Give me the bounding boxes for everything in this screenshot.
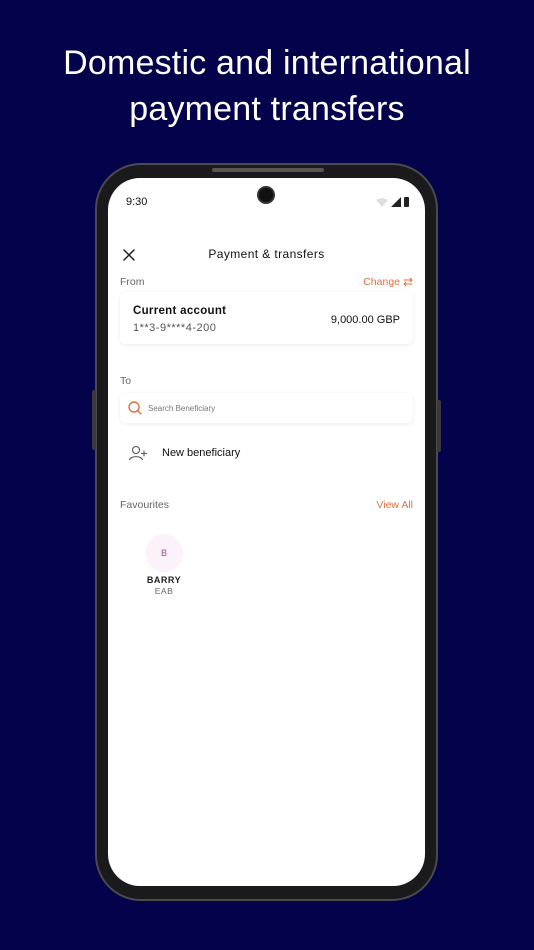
page-title: Payment & transfers — [208, 247, 325, 261]
account-number: 1**3-9****4-200 — [133, 322, 217, 334]
phone-side-button-left — [92, 390, 96, 450]
search-beneficiary-input[interactable] — [148, 401, 403, 415]
favourite-bank: EAB — [154, 586, 174, 596]
front-camera — [257, 186, 275, 204]
promo-headline: Domestic and international payment trans… — [0, 40, 534, 132]
account-balance: 9,000.00 GBP — [330, 314, 400, 326]
swap-icon — [403, 277, 413, 287]
to-label: To — [120, 375, 132, 387]
beneficiary-search-box[interactable] — [120, 393, 413, 423]
from-label: From — [120, 276, 145, 288]
signal-icon — [391, 197, 401, 207]
headline-line-1: Domestic and international — [63, 44, 471, 82]
status-time: 9:30 — [126, 196, 148, 208]
view-all-link[interactable]: View All — [376, 499, 413, 511]
phone-frame: 9:30 Payment & transfers From Change Cur… — [92, 163, 441, 901]
phone-side-button-right — [437, 400, 441, 452]
wifi-icon — [376, 198, 388, 207]
source-account-card[interactable]: Current account 1**3-9****4-200 9,000.00… — [120, 292, 413, 344]
new-beneficiary-label: New beneficiary — [162, 447, 241, 459]
phone-screen: 9:30 Payment & transfers From Change Cur… — [108, 178, 425, 886]
search-icon — [128, 401, 142, 415]
change-label: Change — [363, 276, 400, 288]
change-account-button[interactable]: Change — [363, 276, 413, 288]
favourites-label: Favourites — [120, 499, 170, 511]
account-name: Current account — [133, 305, 227, 317]
avatar: B — [145, 534, 183, 572]
new-beneficiary-button[interactable]: New beneficiary — [128, 444, 240, 462]
favourite-item[interactable]: B BARRY EAB — [144, 534, 184, 596]
add-user-icon — [128, 445, 148, 461]
phone-speaker — [212, 168, 324, 172]
favourite-name: BARRY — [146, 575, 182, 585]
status-icons — [376, 197, 409, 207]
battery-icon — [404, 197, 409, 207]
headline-line-2: payment transfers — [129, 90, 405, 128]
